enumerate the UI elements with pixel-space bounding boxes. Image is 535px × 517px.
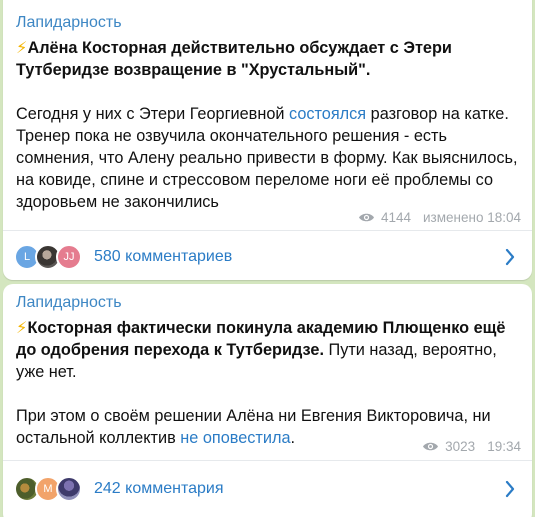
channel-name[interactable]: Лапидарность [16, 292, 518, 314]
post-headline: Алёна Косторная действительно обсуждает … [16, 39, 452, 79]
comments-count[interactable]: 242 комментария [94, 480, 224, 498]
channel-post: Лапидарность ⚡Алёна Косторная действител… [3, 0, 532, 280]
channel-name[interactable]: Лапидарность [16, 12, 518, 34]
commenter-avatars: M [14, 476, 82, 502]
post-body-tail: . [290, 429, 296, 447]
post-link[interactable]: не оповестила [180, 429, 290, 447]
post-meta: 3023 19:34 [422, 439, 521, 454]
commenter-avatars: L JJ [14, 244, 82, 270]
divider [3, 230, 532, 231]
post-content: Лапидарность ⚡Алёна Косторная действител… [3, 0, 532, 213]
post-link[interactable]: состоялся [289, 105, 366, 123]
post-time: 19:34 [487, 439, 521, 454]
avatar: JJ [56, 244, 82, 270]
chevron-right-icon[interactable] [505, 480, 515, 498]
view-count: 4144 [380, 210, 412, 225]
divider [3, 460, 532, 461]
post-content: Лапидарность ⚡Косторная фактически покин… [3, 284, 532, 449]
comments-button[interactable]: M 242 комментария [3, 465, 532, 513]
post-body: Сегодня у них с Этери Георгиевной [16, 105, 289, 123]
post-text: ⚡Алёна Косторная действительно обсуждает… [16, 37, 518, 213]
chevron-right-icon[interactable] [505, 248, 515, 266]
post-meta: 4144 изменено 18:04 [358, 210, 521, 225]
eye-icon [423, 442, 439, 451]
lightning-icon: ⚡ [16, 319, 28, 337]
view-count: 3023 [445, 439, 476, 454]
lightning-icon: ⚡ [16, 39, 28, 57]
post-status: изменено 18:04 [423, 210, 521, 225]
eye-icon [358, 213, 374, 222]
comments-button[interactable]: L JJ 580 комментариев [3, 233, 532, 280]
avatar [56, 476, 82, 502]
channel-post: Лапидарность ⚡Косторная фактически покин… [3, 284, 532, 517]
comments-count[interactable]: 580 комментариев [94, 248, 232, 266]
post-text: ⚡Косторная фактически покинула академию … [16, 317, 518, 449]
